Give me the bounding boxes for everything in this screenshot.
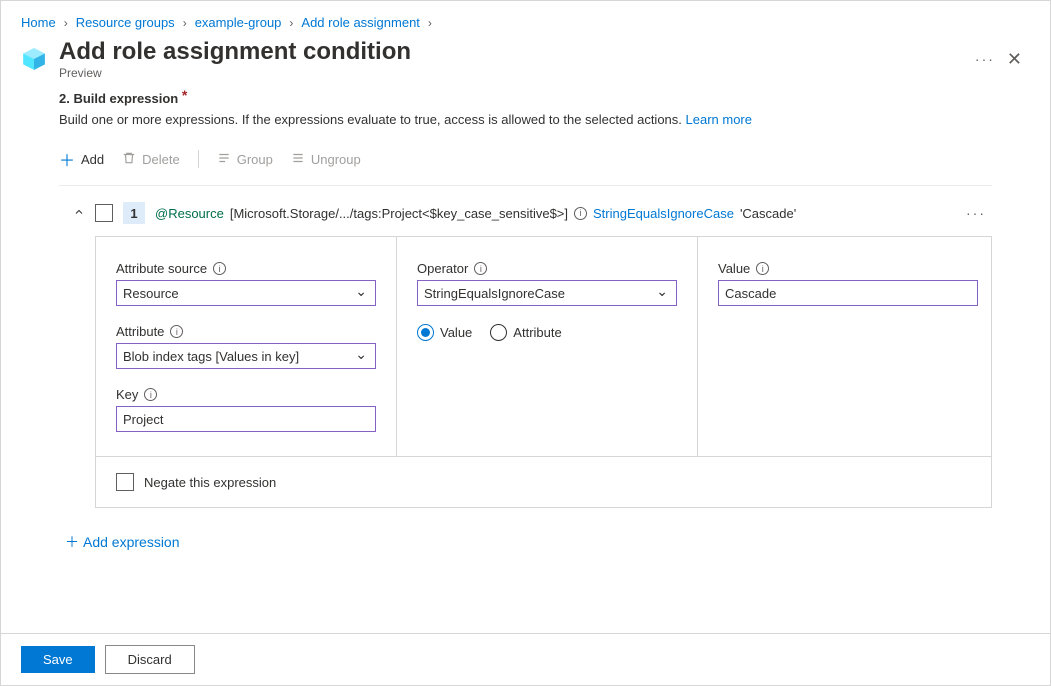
info-icon[interactable]: i bbox=[170, 325, 183, 338]
expression-form: Attribute source i Resource Attribute i … bbox=[95, 236, 992, 457]
section-description: Build one or more expressions. If the ex… bbox=[59, 112, 992, 127]
value-input[interactable]: Cascade bbox=[718, 280, 978, 306]
chevron-right-icon: › bbox=[183, 16, 187, 30]
negate-checkbox[interactable] bbox=[116, 473, 134, 491]
chevron-right-icon: › bbox=[64, 16, 68, 30]
operand-type-radio-group: Value Attribute bbox=[417, 324, 677, 341]
info-icon[interactable]: i bbox=[474, 262, 487, 275]
negate-label: Negate this expression bbox=[144, 475, 276, 490]
save-button[interactable]: Save bbox=[21, 646, 95, 673]
more-actions-icon[interactable]: ··· bbox=[975, 51, 995, 67]
crumb-home[interactable]: Home bbox=[21, 15, 56, 30]
operator-select[interactable]: StringEqualsIgnoreCase bbox=[417, 280, 677, 306]
learn-more-link[interactable]: Learn more bbox=[686, 112, 752, 127]
crumb-add-role-assignment[interactable]: Add role assignment bbox=[301, 15, 420, 30]
attribute-source-select[interactable]: Resource bbox=[116, 280, 376, 306]
expression-text: @Resource[Microsoft.Storage/.../tags:Pro… bbox=[155, 206, 796, 221]
value-label: Value i bbox=[718, 261, 978, 276]
collapse-toggle[interactable] bbox=[73, 206, 85, 221]
toolbar-separator bbox=[198, 150, 199, 168]
attribute-select[interactable]: Blob index tags [Values in key] bbox=[116, 343, 376, 369]
delete-button: Delete bbox=[122, 151, 180, 168]
radio-attribute[interactable]: Attribute bbox=[490, 324, 561, 341]
info-icon[interactable]: i bbox=[756, 262, 769, 275]
close-icon[interactable]: ✕ bbox=[1007, 49, 1022, 70]
section-heading: 2. Build expression * bbox=[59, 90, 992, 106]
expression-operator-link[interactable]: StringEqualsIgnoreCase bbox=[593, 206, 734, 221]
expression-row: 1 @Resource[Microsoft.Storage/.../tags:P… bbox=[59, 186, 992, 236]
ungroup-button: Ungroup bbox=[291, 151, 361, 168]
row-more-icon[interactable]: ··· bbox=[966, 205, 992, 221]
group-button: Group bbox=[217, 151, 273, 168]
info-icon[interactable]: i bbox=[213, 262, 226, 275]
attribute-label: Attribute i bbox=[116, 324, 376, 339]
attribute-source-label: Attribute source i bbox=[116, 261, 376, 276]
plus-icon: ＋ bbox=[59, 147, 75, 171]
negate-bar: Negate this expression bbox=[95, 457, 992, 508]
info-icon[interactable]: i bbox=[574, 207, 587, 220]
chevron-right-icon: › bbox=[289, 16, 293, 30]
expression-index: 1 bbox=[123, 202, 145, 224]
discard-button[interactable]: Discard bbox=[105, 645, 195, 674]
key-label: Key i bbox=[116, 387, 376, 402]
crumb-resource-groups[interactable]: Resource groups bbox=[76, 15, 175, 30]
expression-toolbar: ＋ Add Delete Group Ungroup bbox=[59, 145, 992, 186]
operator-label: Operator i bbox=[417, 261, 677, 276]
page-title: Add role assignment condition bbox=[59, 38, 963, 66]
expression-checkbox[interactable] bbox=[95, 204, 113, 222]
page-subtitle: Preview bbox=[59, 66, 963, 80]
chevron-right-icon: › bbox=[428, 16, 432, 30]
breadcrumb: Home › Resource groups › example-group ›… bbox=[1, 1, 1050, 30]
resource-group-icon bbox=[21, 46, 47, 72]
plus-icon: ＋ bbox=[65, 532, 79, 552]
crumb-example-group[interactable]: example-group bbox=[195, 15, 282, 30]
ungroup-icon bbox=[291, 151, 305, 168]
key-input[interactable]: Project bbox=[116, 406, 376, 432]
info-icon[interactable]: i bbox=[144, 388, 157, 401]
group-icon bbox=[217, 151, 231, 168]
trash-icon bbox=[122, 151, 136, 168]
add-button[interactable]: ＋ Add bbox=[59, 147, 104, 171]
add-expression-button[interactable]: ＋ Add expression bbox=[59, 508, 992, 552]
page-header: Add role assignment condition Preview ··… bbox=[1, 30, 1050, 80]
expression-resource: @Resource bbox=[155, 206, 224, 221]
footer: Save Discard bbox=[1, 633, 1050, 685]
radio-value[interactable]: Value bbox=[417, 324, 472, 341]
required-indicator: * bbox=[182, 87, 187, 103]
